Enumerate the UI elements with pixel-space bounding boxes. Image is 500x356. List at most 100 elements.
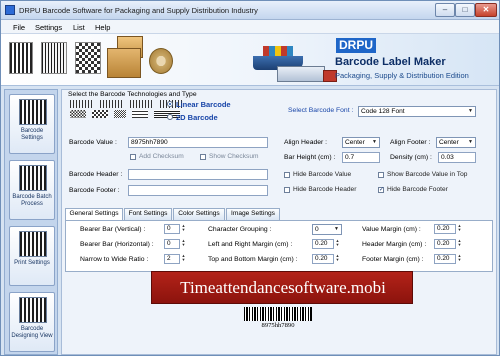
chevron-down-icon: ▼ <box>334 226 339 232</box>
sidebar-item-print-settings[interactable]: Print Settings <box>9 226 55 286</box>
barcode-header-input[interactable] <box>128 169 268 180</box>
linear-barcode-sample-icon <box>130 100 154 108</box>
barcode-footer-input[interactable] <box>128 185 268 196</box>
align-footer-value: Center <box>439 139 459 146</box>
sidebar-item-label: Barcode Designing View <box>11 326 53 339</box>
sidebar-item-barcode-settings[interactable]: Barcode Settings <box>9 94 55 154</box>
character-grouping-label: Character Grouping : <box>208 226 272 233</box>
bar-height-label: Bar Height (cm) : <box>284 154 336 161</box>
linear-barcode-sample-icon <box>70 100 94 108</box>
character-grouping-value: 0 <box>315 226 319 233</box>
tab-image-settings[interactable]: Image Settings <box>226 208 280 220</box>
barcode-settings-icon <box>19 99 47 125</box>
tape-roll-icon <box>149 48 173 74</box>
product-title: Barcode Label Maker <box>335 56 446 68</box>
qr-code-icon <box>75 42 101 74</box>
bearer-horizontal-input[interactable]: 0 <box>164 239 180 249</box>
barcode-font-select[interactable]: Code 128 Font ▼ <box>358 106 476 117</box>
title-bar: DRPU Barcode Software for Packaging and … <box>1 1 499 20</box>
maximize-button[interactable]: □ <box>455 3 475 17</box>
header-margin-input[interactable]: 0.20 <box>434 239 456 249</box>
linear-barcode-radio[interactable] <box>167 101 173 107</box>
bar-height-input[interactable]: 0.7 <box>342 152 380 163</box>
minimize-button[interactable]: – <box>435 3 455 17</box>
menu-list[interactable]: List <box>73 23 85 32</box>
menu-settings[interactable]: Settings <box>35 23 62 32</box>
technology-label: Select the Barcode Technologies and Type <box>68 91 197 98</box>
sidebar-item-label: Print Settings <box>14 260 50 266</box>
hide-barcode-value-checkbox[interactable] <box>284 172 290 178</box>
barcode-label-icon <box>9 42 33 74</box>
chevron-down-icon: ▼ <box>468 139 473 145</box>
chevron-down-icon: ▼ <box>372 139 377 145</box>
spinner-arrows-icon[interactable]: ▲ ▼ <box>181 254 186 264</box>
bearer-vertical-label: Bearer Bar (Vertical) : <box>80 226 146 233</box>
watermark-text: Timeattendancesoftware.mobi <box>180 278 386 297</box>
barcode-settings-panel: Select the Barcode Technologies and Type… <box>61 89 497 355</box>
2d-barcode-sample-icon <box>92 110 108 118</box>
left-right-margin-input[interactable]: 0.20 <box>312 239 334 249</box>
add-checksum-checkbox[interactable] <box>130 154 136 160</box>
barcode-value-label: Barcode Value : <box>69 139 117 146</box>
show-value-top-label: Show Barcode Value in Top <box>387 171 468 178</box>
barcode-footer-label: Barcode Footer : <box>69 187 120 194</box>
settings-tabs: General Settings Font Settings Color Set… <box>65 208 493 221</box>
spinner-arrows-icon[interactable]: ▲ ▼ <box>457 254 462 264</box>
spinner-arrows-icon[interactable]: ▲ ▼ <box>457 239 462 249</box>
tab-font-settings[interactable]: Font Settings <box>124 208 172 220</box>
sidebar: Barcode Settings Barcode Batch Process P… <box>4 89 58 355</box>
spinner-arrows-icon[interactable]: ▲ ▼ <box>335 239 340 249</box>
footer-margin-input[interactable]: 0.20 <box>434 254 456 264</box>
footer-margin-label: Footer Margin (cm) : <box>362 256 424 263</box>
hide-barcode-header-label: Hide Barcode Header <box>293 186 357 193</box>
truck-trailer-icon <box>277 66 325 82</box>
show-value-top-checkbox[interactable] <box>378 172 384 178</box>
align-footer-label: Align Footer : <box>390 139 431 146</box>
sidebar-item-batch-process[interactable]: Barcode Batch Process <box>9 160 55 220</box>
hide-barcode-value-label: Hide Barcode Value <box>293 171 352 178</box>
narrow-wide-ratio-input[interactable]: 2 <box>164 254 180 264</box>
show-checksum-label: Show Checksum <box>209 153 259 160</box>
2d-barcode-radio[interactable] <box>167 114 173 120</box>
bearer-vertical-input[interactable]: 0 <box>164 224 180 234</box>
density-label: Density (cm) : <box>390 154 432 161</box>
spinner-arrows-icon[interactable]: ▲ ▼ <box>181 224 186 234</box>
barcode-font-label: Select Barcode Font : <box>288 107 354 114</box>
tab-color-settings[interactable]: Color Settings <box>173 208 225 220</box>
print-settings-icon <box>19 231 47 257</box>
barcode-value-input[interactable]: 8975hh7890 <box>128 137 268 148</box>
spinner-arrows-icon[interactable]: ▲ ▼ <box>335 254 340 264</box>
character-grouping-select[interactable]: 0 ▼ <box>312 224 342 235</box>
spinner-arrows-icon[interactable]: ▲ ▼ <box>457 224 462 234</box>
add-checksum-label: Add Checksum <box>139 153 184 160</box>
carton-icon <box>107 48 141 78</box>
2d-barcode-sample-icon <box>114 110 126 118</box>
linear-barcode-label[interactable]: Linear Barcode <box>176 100 231 109</box>
spinner-arrows-icon[interactable]: ▲ ▼ <box>181 239 186 249</box>
sidebar-item-label: Barcode Batch Process <box>12 194 52 207</box>
chevron-down-icon: ▼ <box>468 108 473 114</box>
batch-process-icon <box>19 165 47 191</box>
brand-logo: DRPU <box>336 38 376 53</box>
value-margin-input[interactable]: 0.20 <box>434 224 456 234</box>
align-footer-select[interactable]: Center ▼ <box>436 137 476 148</box>
top-bottom-margin-input[interactable]: 0.20 <box>312 254 334 264</box>
sidebar-item-designing-view[interactable]: Barcode Designing View <box>9 292 55 352</box>
2d-barcode-sample-icon <box>132 110 148 118</box>
close-button[interactable]: ✕ <box>475 3 497 17</box>
2d-barcode-sample-icon <box>70 110 86 118</box>
hide-barcode-header-checkbox[interactable] <box>284 187 290 193</box>
menu-bar: File Settings List Help <box>1 20 499 34</box>
barcode-header-label: Barcode Header : <box>69 171 123 178</box>
density-input[interactable]: 0.03 <box>438 152 476 163</box>
hide-barcode-footer-label: Hide Barcode Footer <box>387 186 448 193</box>
menu-file[interactable]: File <box>13 23 25 32</box>
align-header-select[interactable]: Center ▼ <box>342 137 380 148</box>
hide-barcode-footer-checkbox[interactable] <box>378 186 384 193</box>
left-right-margin-label: Left and Right Margin (cm) : <box>208 241 293 248</box>
header-banner: DRPU Barcode Label Maker Packaging, Supp… <box>1 34 499 86</box>
bearer-horizontal-label: Bearer Bar (Horizontal) : <box>80 241 154 248</box>
2d-barcode-label[interactable]: 2D Barcode <box>176 113 218 122</box>
menu-help[interactable]: Help <box>95 23 110 32</box>
show-checksum-checkbox[interactable] <box>200 154 206 160</box>
